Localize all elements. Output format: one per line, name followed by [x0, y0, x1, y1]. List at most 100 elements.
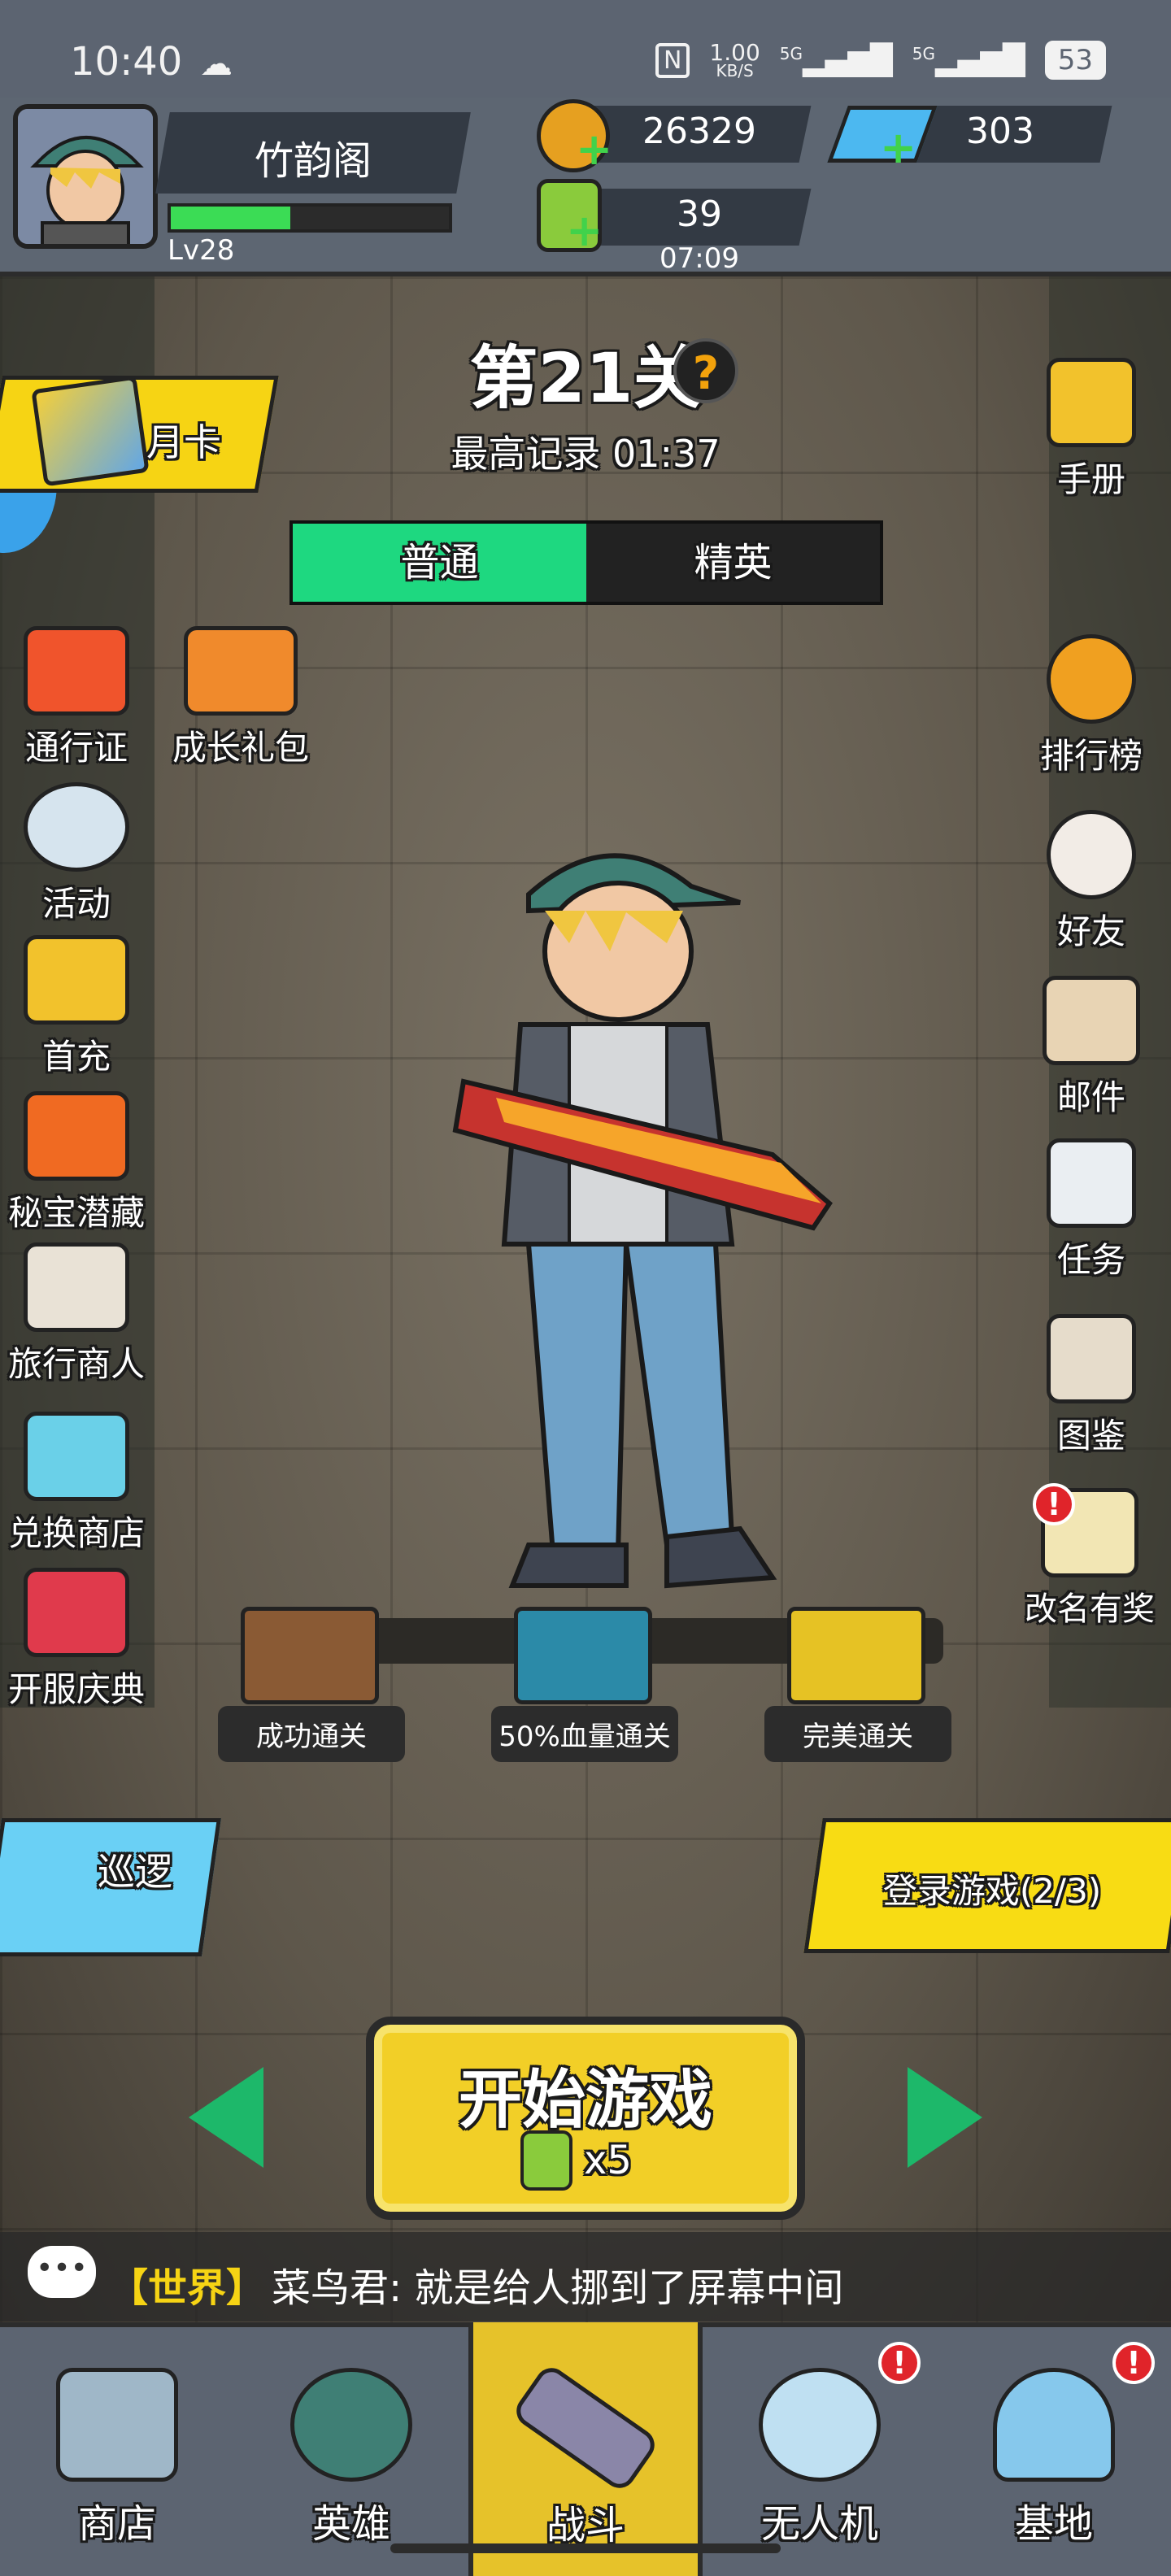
- trophy-icon: [1047, 634, 1136, 724]
- nav-drone-label: 无人机: [760, 2501, 878, 2547]
- friends-button[interactable]: 好友: [1018, 810, 1164, 954]
- leaderboard-label: 排行榜: [1039, 736, 1143, 776]
- first-recharge-button[interactable]: 首充: [3, 935, 150, 1079]
- exchange-shop-button[interactable]: 兑换商店: [3, 1412, 150, 1556]
- treasure-chest-icon: [24, 935, 129, 1025]
- next-stage-arrow-icon[interactable]: [908, 2067, 982, 2168]
- monthly-card-icon: [31, 375, 150, 487]
- first-recharge-label: 首充: [41, 1037, 111, 1077]
- monthly-card-label: 月卡: [146, 420, 221, 464]
- battery-indicator: 53: [1044, 41, 1106, 80]
- rename-reward-label: 改名有奖: [1025, 1590, 1155, 1628]
- server-celebration-label: 开服庆典: [7, 1669, 145, 1709]
- chat-channel: 【世界】: [109, 2265, 266, 2311]
- exchange-shop-label: 兑换商店: [7, 1513, 145, 1553]
- server-celebration-button[interactable]: 开服庆典: [3, 1568, 150, 1712]
- nav-shop-label: 商店: [77, 2501, 156, 2547]
- home-indicator[interactable]: [390, 2543, 781, 2553]
- start-game-label: 开始游戏: [458, 2064, 712, 2137]
- nav-heroes[interactable]: 英雄: [234, 2322, 468, 2576]
- player-name: 竹韵阁: [254, 138, 372, 184]
- reward-label-perfect: 完美通关: [764, 1706, 951, 1762]
- hero-head-icon: [290, 2368, 412, 2482]
- add-coins-icon[interactable]: +: [576, 124, 612, 175]
- nav-battle-label: 战斗: [546, 2503, 625, 2548]
- mail-button[interactable]: 邮件: [1018, 976, 1164, 1120]
- add-gems-icon[interactable]: +: [880, 122, 916, 173]
- gems-value: 303: [966, 111, 1034, 152]
- codex-button[interactable]: 图鉴: [1018, 1314, 1164, 1458]
- base-alert-badge: !: [1112, 2342, 1155, 2384]
- rifle-icon: [510, 2361, 661, 2495]
- xp-bar-fill: [171, 207, 291, 229]
- mode-tabs: 普通 精英: [289, 520, 883, 605]
- merchant-icon: [24, 1242, 129, 1332]
- drone-alert-badge: !: [878, 2342, 921, 2384]
- book-icon: [1047, 358, 1136, 447]
- tasks-button[interactable]: 任务: [1018, 1138, 1164, 1282]
- celebration-chest-icon: [24, 1568, 129, 1657]
- start-cost-value: x5: [584, 2138, 632, 2183]
- nav-battle[interactable]: 战斗: [468, 2322, 703, 2576]
- codex-label: 图鉴: [1056, 1416, 1125, 1456]
- shop-stall-icon: [24, 1412, 129, 1501]
- calendar-icon: [1047, 1138, 1136, 1228]
- reward-label-half-hp: 50%血量通关: [491, 1706, 678, 1762]
- prev-stage-arrow-icon[interactable]: [189, 2067, 263, 2168]
- start-cost: x5: [520, 2130, 632, 2191]
- energy-timer: 07:09: [660, 242, 739, 275]
- best-record: 最高记录 01:37: [451, 432, 720, 476]
- help-button[interactable]: ?: [673, 338, 738, 403]
- reward-chest-perfect[interactable]: [787, 1607, 925, 1704]
- reward-label-clear: 成功通关: [218, 1706, 405, 1762]
- traveling-merchant-button[interactable]: 旅行商人: [3, 1242, 150, 1386]
- megaphone-icon: [24, 782, 129, 872]
- network-speed: 1.00 KB/S: [709, 39, 760, 80]
- tasks-label: 任务: [1056, 1240, 1125, 1280]
- tab-elite[interactable]: 精英: [586, 524, 880, 602]
- player-avatar[interactable]: [13, 104, 158, 249]
- mail-icon: [1043, 976, 1140, 1065]
- player-level: Lv28: [168, 234, 235, 267]
- rename-alert-badge: !: [1033, 1483, 1075, 1525]
- traveling-merchant-label: 旅行商人: [7, 1344, 145, 1384]
- hero-portrait-icon: [18, 109, 153, 244]
- events-button[interactable]: 活动: [3, 782, 150, 926]
- signal-icon-1: 5G▂▄▆█: [779, 43, 893, 77]
- open-gift-icon: [184, 626, 298, 716]
- energy-value: 39: [677, 194, 722, 235]
- hidden-treasure-button[interactable]: 秘宝潜藏: [3, 1091, 150, 1235]
- status-indicators: N 1.00 KB/S 5G▂▄▆█ 5G▂▄▆█ 53: [655, 41, 1106, 80]
- xp-bar: [168, 203, 452, 233]
- battle-pass-label: 通行证: [24, 728, 128, 768]
- battle-pass-button[interactable]: 通行证: [3, 626, 150, 770]
- growth-pack-label: 成长礼包: [172, 728, 309, 768]
- album-icon: [1047, 1314, 1136, 1403]
- handbook-button[interactable]: 手册: [1018, 358, 1164, 502]
- status-time: 10:40: [70, 39, 183, 85]
- mail-label: 邮件: [1056, 1077, 1125, 1117]
- leaderboard-button[interactable]: 排行榜: [1018, 634, 1164, 778]
- reward-chest-clear[interactable]: [241, 1607, 379, 1704]
- friends-label: 好友: [1056, 912, 1125, 951]
- reward-chest-half-hp[interactable]: [514, 1607, 652, 1704]
- storefront-icon: [56, 2368, 178, 2482]
- hidden-treasure-label: 秘宝潜藏: [7, 1193, 145, 1233]
- chat-message: 菜鸟君: 就是给人挪到了屏幕中间: [272, 2265, 844, 2311]
- drone-icon: [759, 2368, 881, 2482]
- hero-character[interactable]: [431, 821, 886, 1602]
- signal-icon-2: 5G▂▄▆█: [912, 43, 1025, 77]
- mystery-box-icon: [24, 1091, 129, 1181]
- coins-value: 26329: [642, 111, 756, 152]
- tab-normal[interactable]: 普通: [293, 524, 586, 602]
- hero-sprite-icon: [452, 853, 833, 1589]
- chat-bubble-icon[interactable]: •••: [28, 2246, 96, 2298]
- nav-base-label: 基地: [1014, 2501, 1093, 2547]
- nav-shop[interactable]: 商店: [0, 2322, 234, 2576]
- nfc-icon: N: [655, 42, 690, 78]
- login-progress-label: 登录游戏(2/3): [882, 1871, 1102, 1911]
- events-label: 活动: [41, 884, 111, 924]
- add-energy-icon[interactable]: +: [566, 205, 603, 256]
- growth-pack-button[interactable]: 成长礼包: [159, 626, 322, 770]
- gift-box-icon: [24, 626, 129, 716]
